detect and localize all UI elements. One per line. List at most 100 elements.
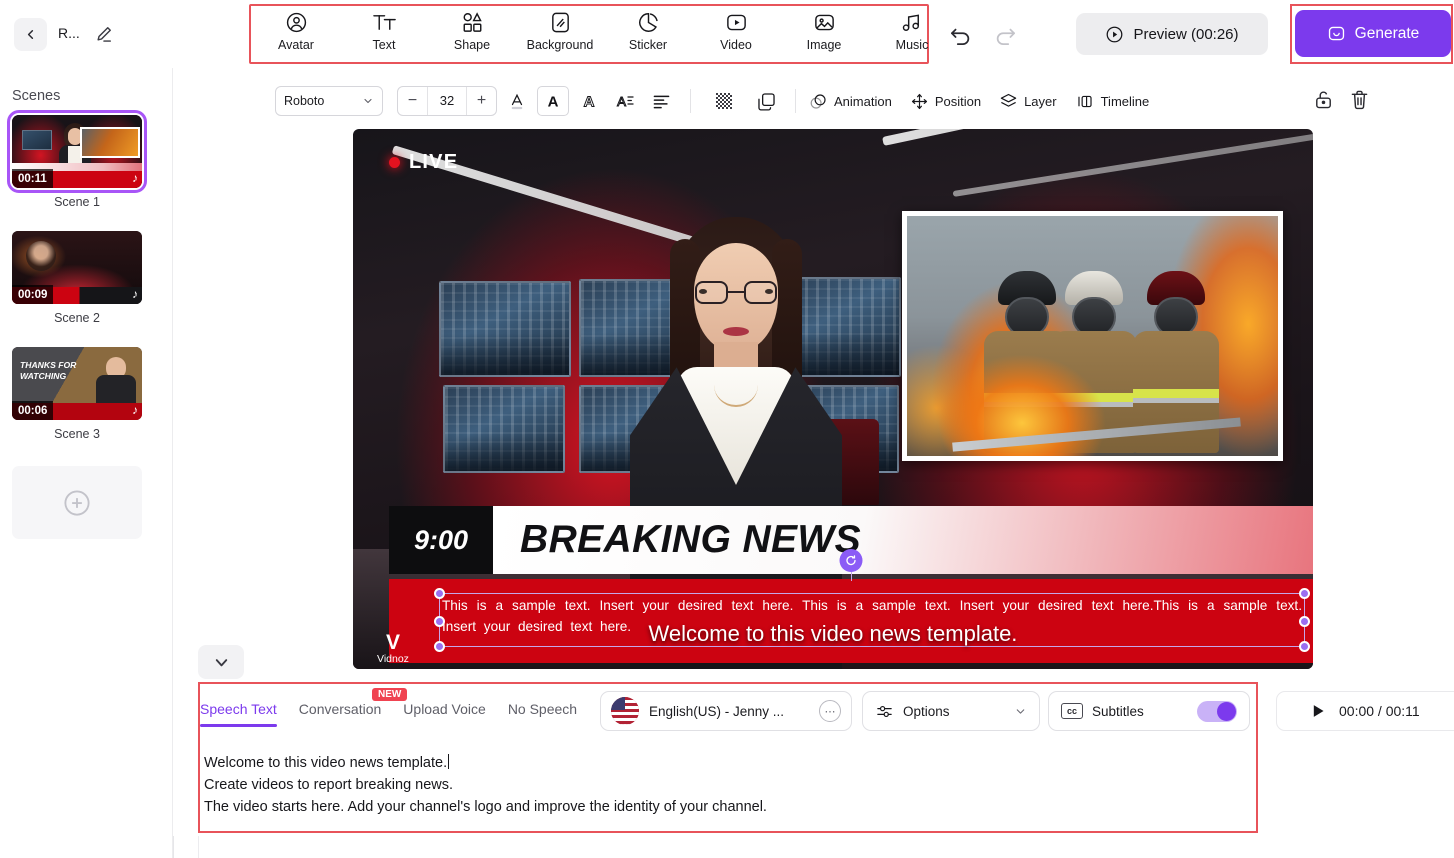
undo-icon (948, 22, 974, 48)
subtitles-toggle[interactable] (1197, 701, 1237, 722)
lower-third-time: 9:00 (389, 506, 493, 574)
tab-speech-text[interactable]: Speech Text (200, 701, 277, 723)
tool-text[interactable]: Text (340, 8, 428, 52)
pencil-icon (94, 24, 114, 44)
undo-button[interactable] (948, 22, 974, 48)
layer-label: Layer (1024, 94, 1057, 109)
text-outline-button[interactable]: A (573, 86, 605, 116)
position-label: Position (935, 94, 981, 109)
live-label: LIVE (409, 151, 458, 174)
font-family-select[interactable]: Roboto (275, 86, 383, 116)
text-fill-button[interactable]: A (537, 86, 569, 116)
tab-upload-voice[interactable]: Upload Voice (403, 701, 486, 723)
image-icon (813, 10, 836, 35)
tool-image[interactable]: Image (780, 8, 868, 52)
studio-monitor-4 (443, 385, 565, 473)
tool-background[interactable]: Background (516, 8, 604, 52)
music-icon (901, 10, 924, 35)
lock-button[interactable] (1312, 88, 1338, 114)
duplicate-button[interactable] (750, 86, 782, 116)
subtitles-label: Subtitles (1092, 704, 1144, 719)
watermark-label: Vidnoz (377, 653, 409, 665)
delete-button[interactable] (1348, 88, 1374, 114)
add-scene-button[interactable] (12, 466, 142, 539)
font-size-stepper[interactable]: − 32 + (397, 86, 497, 116)
align-left-icon (651, 91, 672, 111)
timeline-label: Timeline (1101, 94, 1150, 109)
presenter-lips (723, 327, 749, 336)
tool-avatar[interactable]: Avatar (252, 8, 340, 52)
insert-tools: Avatar Text Shape Background (252, 8, 956, 60)
rotate-handle[interactable] (840, 549, 863, 572)
music-note-icon: ♪ (132, 403, 138, 417)
scenes-sidebar: Scenes 00:11 ♪ Scene 1 (0, 68, 173, 858)
edit-title-button[interactable] (94, 24, 114, 44)
collapse-panel-button[interactable] (198, 645, 244, 679)
play-icon[interactable] (1309, 702, 1327, 720)
text-caret (448, 754, 449, 769)
tool-video[interactable]: Video (692, 8, 780, 52)
live-dot-icon (389, 157, 400, 168)
layer-button[interactable]: Layer (999, 92, 1057, 111)
trash-icon (1348, 88, 1371, 111)
script-line-3: The video starts here. Add your channel'… (204, 796, 1252, 818)
scene-thumbnail: 00:09 ♪ (12, 231, 142, 304)
timeline-button[interactable]: Timeline (1075, 92, 1150, 111)
music-note-icon: ♪ (132, 171, 138, 185)
tool-sticker[interactable]: Sticker (604, 8, 692, 52)
tool-label: Sticker (629, 38, 667, 52)
scene-item-1[interactable]: 00:11 ♪ Scene 1 (12, 115, 142, 209)
sliders-icon (875, 702, 894, 721)
more-options-icon[interactable]: ⋯ (819, 700, 841, 722)
live-badge: LIVE (389, 151, 458, 174)
font-size-value[interactable]: 32 (427, 86, 467, 116)
background-icon (549, 10, 572, 35)
shape-icon (461, 10, 484, 35)
scene-thumbnail: THANKS FORWATCHING 00:06 ♪ (12, 347, 142, 420)
preview-button[interactable]: Preview (00:26) (1076, 13, 1268, 55)
align-left-button[interactable] (645, 86, 677, 116)
scene-item-3[interactable]: THANKS FORWATCHING 00:06 ♪ Scene 3 (12, 347, 142, 441)
plus-circle-icon (62, 488, 92, 518)
generate-button[interactable]: Generate (1295, 10, 1451, 57)
panel-divider (198, 836, 199, 858)
picture-in-picture-image[interactable] (902, 211, 1283, 461)
lower-third-title-wrap: BREAKING NEWS (493, 506, 1313, 574)
resize-handle-tr[interactable] (1299, 588, 1310, 599)
format-toolbar: Roboto − 32 + A A A (275, 82, 1167, 120)
options-dropdown[interactable]: Options (862, 691, 1040, 731)
layer-icon (999, 92, 1018, 111)
tab-no-speech[interactable]: No Speech (508, 701, 577, 723)
voice-selector[interactable]: English(US) - Jenny ... ⋯ (600, 691, 852, 731)
tool-label: Video (720, 38, 752, 52)
new-badge: NEW (372, 688, 407, 701)
opacity-button[interactable] (708, 86, 740, 116)
watermark-mark: V (386, 634, 400, 652)
script-textarea[interactable]: Welcome to this video news template. Cre… (204, 752, 1252, 828)
resize-handle-tl[interactable] (434, 588, 445, 599)
text-color-button[interactable] (501, 86, 533, 116)
subtitles-toggle-row[interactable]: cc Subtitles (1048, 691, 1250, 731)
letter-spacing-button[interactable]: A (609, 86, 641, 116)
back-button[interactable] (14, 18, 47, 51)
font-size-increase[interactable]: + (467, 86, 496, 116)
svg-text:A: A (584, 93, 595, 110)
scene-duration: 00:11 (12, 169, 53, 188)
scene-duration: 00:09 (12, 285, 53, 304)
audio-player[interactable]: 00:00 / 00:11 (1276, 691, 1454, 731)
scene-label: Scene 1 (12, 195, 142, 209)
tab-conversation[interactable]: Conversation (299, 701, 382, 723)
tool-music[interactable]: Music (868, 8, 956, 52)
scene-item-2[interactable]: 00:09 ♪ Scene 2 (12, 231, 142, 325)
duplicate-icon (756, 91, 777, 112)
tool-shape[interactable]: Shape (428, 8, 516, 52)
svg-text:A: A (548, 93, 559, 110)
position-button[interactable]: Position (910, 92, 981, 111)
animation-button[interactable]: Animation (809, 92, 892, 111)
generate-label: Generate (1355, 25, 1420, 43)
video-canvas[interactable]: LIVE 9:00 BREAKING NEWS (353, 129, 1313, 669)
font-size-decrease[interactable]: − (398, 86, 427, 116)
opacity-icon (714, 91, 734, 111)
position-icon (910, 92, 929, 111)
redo-button[interactable] (992, 22, 1018, 48)
